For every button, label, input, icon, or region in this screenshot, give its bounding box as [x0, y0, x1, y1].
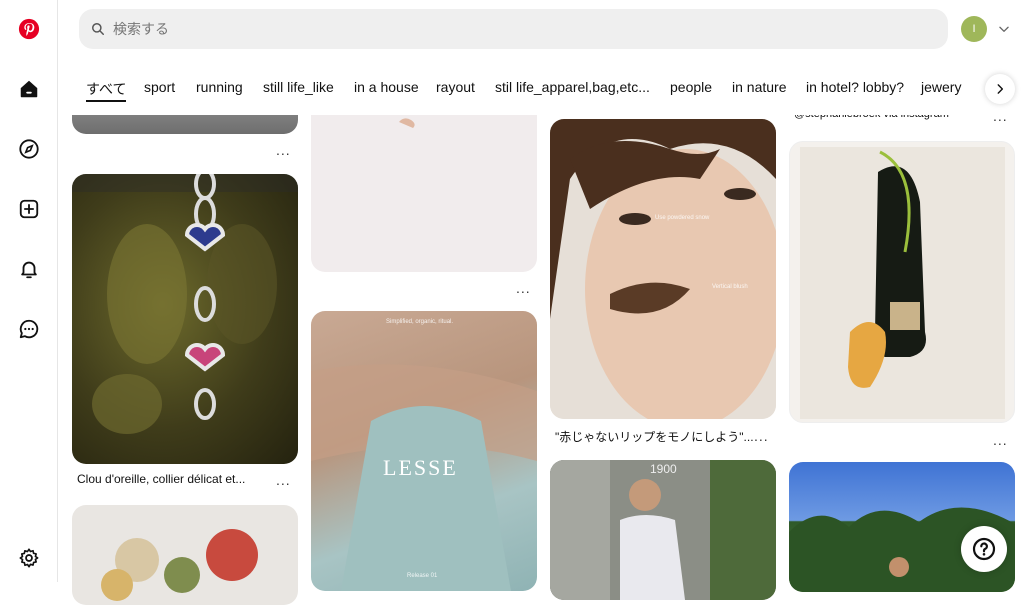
- more-options-button[interactable]: ...: [276, 472, 291, 488]
- more-options-button[interactable]: ...: [754, 428, 769, 444]
- avatar[interactable]: I: [961, 16, 987, 42]
- pin-image-pickle-jar[interactable]: [72, 174, 298, 464]
- tab-jewery[interactable]: jewery: [921, 70, 961, 106]
- tab-sport[interactable]: sport: [144, 70, 175, 106]
- pin-image-shoe[interactable]: [789, 141, 1015, 423]
- board-section-tabs: すべて sport running still life_like in a h…: [59, 70, 1024, 106]
- search-input[interactable]: [113, 21, 893, 37]
- more-options-button[interactable]: ...: [516, 280, 531, 296]
- top-header: I すべて sport running still life_like in a…: [59, 0, 1024, 115]
- search-icon: [91, 22, 105, 36]
- pin-overlay-text: Use powdered snow: [655, 215, 710, 221]
- pin-image-runner[interactable]: 1900: [550, 460, 776, 600]
- messages-chat-icon[interactable]: [17, 317, 41, 341]
- more-options-button[interactable]: ...: [276, 142, 291, 158]
- tab-still-life-like[interactable]: still life_like: [263, 70, 334, 106]
- tab-people[interactable]: people: [670, 70, 712, 106]
- search-bar[interactable]: [79, 9, 948, 49]
- left-rail: [0, 0, 58, 582]
- chevron-right-icon: [993, 82, 1007, 96]
- settings-gear-icon[interactable]: [17, 546, 41, 570]
- more-options-button[interactable]: ...: [993, 432, 1008, 448]
- tabs-scroll-right-button[interactable]: [985, 74, 1015, 104]
- pin-caption[interactable]: Clou d'oreille, collier délicat et...: [77, 472, 245, 486]
- tab-running[interactable]: running: [196, 70, 243, 106]
- explore-compass-icon[interactable]: [17, 137, 41, 161]
- create-plus-icon[interactable]: [17, 197, 41, 221]
- tab-in-nature[interactable]: in nature: [732, 70, 786, 106]
- pin-caption[interactable]: "赤じゃないリップをモノにしよう"...: [555, 428, 754, 445]
- avatar-initial: I: [972, 23, 976, 35]
- home-icon[interactable]: [17, 77, 41, 101]
- pin-image-flowers[interactable]: [72, 505, 298, 605]
- pinterest-logo-icon[interactable]: [17, 17, 41, 41]
- help-button[interactable]: [961, 526, 1007, 572]
- chevron-down-icon[interactable]: [997, 22, 1011, 36]
- pin-image-lesse[interactable]: Simplified, organic, ritual. LESSE Relea…: [311, 311, 537, 591]
- tab-stil-life-apparel[interactable]: stil life_apparel,bag,etc...: [495, 70, 650, 106]
- pin-brand-title: LESSE: [383, 455, 458, 480]
- tab-all[interactable]: すべて: [86, 70, 127, 106]
- notifications-bell-icon[interactable]: [17, 257, 41, 281]
- pin-image-face[interactable]: Use powdered snow Vertical blush: [550, 119, 776, 419]
- pin-overlay-text: Vertical blush: [712, 284, 748, 290]
- question-mark-icon: [972, 537, 996, 561]
- tab-rayout[interactable]: rayout: [436, 70, 475, 106]
- pin-overlay-text: Release 01: [407, 573, 438, 579]
- tab-in-hotel-lobby[interactable]: in hotel? lobby?: [806, 70, 904, 106]
- pin-overlay-text: Simplified, organic, ritual.: [386, 319, 454, 325]
- tab-in-a-house[interactable]: in a house: [354, 70, 419, 106]
- pin-sign-text: 1900: [650, 462, 677, 476]
